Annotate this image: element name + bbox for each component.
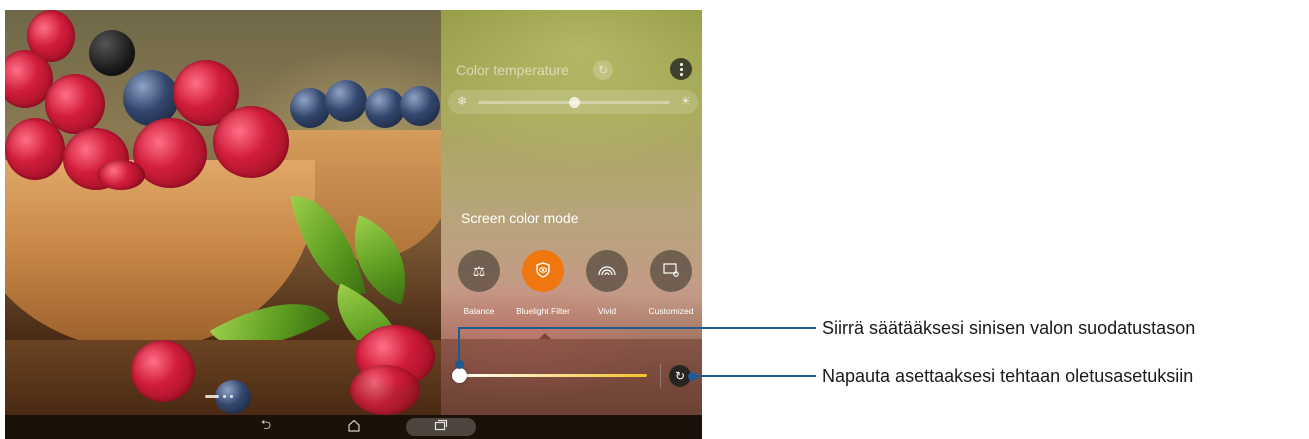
custom-screen-icon xyxy=(663,262,679,280)
page-dot xyxy=(223,395,226,398)
balance-scale-icon: ⚖ xyxy=(472,262,486,279)
tablet-screen: Color temperature ↻ ❄ ☀ Screen color mod… xyxy=(5,10,702,439)
callout-slider-leader xyxy=(458,327,816,329)
raspberry xyxy=(213,106,289,178)
mode-vivid-label: Vivid xyxy=(597,306,617,316)
bluelight-filter-thumb[interactable] xyxy=(452,368,467,383)
callout-slider-text: Siirrä säätääksesi sinisen valon suodatu… xyxy=(822,318,1196,338)
callout-reset-dot xyxy=(688,372,697,381)
blueberry xyxy=(325,80,367,122)
callout-slider-dot xyxy=(455,360,464,369)
back-icon: ⮌ xyxy=(260,418,272,433)
sun-icon: ☀ xyxy=(680,94,691,108)
mode-customized-circle xyxy=(650,250,692,292)
color-temperature-title: Color temperature xyxy=(456,62,569,78)
screen-color-mode-title: Screen color mode xyxy=(461,210,579,226)
blueberry xyxy=(290,88,330,128)
mode-vivid-circle xyxy=(586,250,628,292)
raspberry xyxy=(350,365,420,415)
eye-shield-icon xyxy=(535,261,551,281)
mode-bluelight-filter-button[interactable]: Bluelight Filter xyxy=(511,250,575,316)
back-button[interactable]: ⮌ xyxy=(255,418,277,436)
snowflake-icon: ❄ xyxy=(457,94,468,108)
recent-apps-icon xyxy=(434,419,448,435)
navigation-bar: ⮌ xyxy=(5,415,702,439)
reset-icon: ↻ xyxy=(597,63,609,77)
color-temperature-slider[interactable]: ❄ ☀ xyxy=(448,90,698,114)
callout-reset-leader xyxy=(690,375,816,377)
color-temperature-track xyxy=(478,97,670,108)
blueberry xyxy=(365,88,405,128)
blueberry xyxy=(400,86,440,126)
wallpaper-image xyxy=(5,10,441,415)
more-options-button[interactable] xyxy=(670,58,692,80)
rainbow-icon xyxy=(598,263,616,279)
page-indicator xyxy=(205,395,233,398)
divider xyxy=(660,364,661,388)
mode-balance-label: Balance xyxy=(463,306,495,316)
raspberry xyxy=(97,160,145,190)
home-icon xyxy=(347,419,361,436)
color-temperature-reset-button[interactable]: ↻ xyxy=(593,60,613,80)
bluelight-filter-slider[interactable] xyxy=(452,368,647,383)
mode-customized-label: Customized xyxy=(648,306,694,316)
bluelight-filter-controls: ↻ xyxy=(441,339,702,415)
reset-icon: ↻ xyxy=(674,369,686,383)
mode-customized-button[interactable]: Customized xyxy=(639,250,702,316)
screen-color-panel: Color temperature ↻ ❄ ☀ Screen color mod… xyxy=(441,10,702,415)
recent-apps-button[interactable] xyxy=(430,418,452,436)
page-dot xyxy=(230,395,233,398)
raspberry xyxy=(5,118,65,180)
page-dot-active xyxy=(205,395,219,398)
mode-bluelight-filter-circle xyxy=(522,250,564,292)
blackberry xyxy=(89,30,135,76)
callout-reset-text: Napauta asettaaksesi tehtaan oletusasetu… xyxy=(822,366,1194,386)
color-temperature-thumb[interactable] xyxy=(569,97,580,108)
raspberry xyxy=(131,340,195,402)
mode-balance-button[interactable]: ⚖ Balance xyxy=(447,250,511,316)
mode-vivid-button[interactable]: Vivid xyxy=(575,250,639,316)
home-button[interactable] xyxy=(343,418,365,436)
more-vertical-icon xyxy=(679,62,683,76)
mode-balance-circle: ⚖ xyxy=(458,250,500,292)
color-mode-list: ⚖ Balance Bluelight Filter Vivid Customi… xyxy=(446,250,702,320)
mode-bluelight-filter-label: Bluelight Filter xyxy=(516,306,570,316)
